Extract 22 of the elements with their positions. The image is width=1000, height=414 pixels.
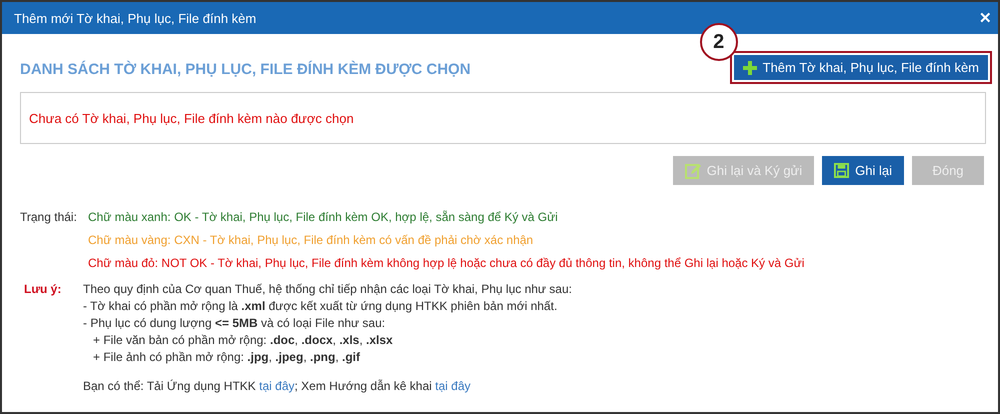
download-link[interactable]: tại đây — [259, 379, 294, 393]
note-text: + File văn bản có phần mở rộng: .doc, .docx, .xls, .xlsx — [92, 333, 394, 347]
note-text: Theo quy định của Cơ quan Thuế, hệ thống chỉ tiếp nhận các loại Tờ khai, Phụ lục như sau: — [83, 282, 572, 296]
empty-message: Chưa có Tờ khai, Phụ lục, File đính kèm nào được chọn — [29, 110, 354, 126]
section-heading: DANH SÁCH TỜ KHAI, PHỤ LỤC, FILE ĐÍNH KÈM ĐƯỢC CHỌN — [20, 61, 471, 78]
status-legend: Chữ màu xanh: OK - Tờ khai, Phụ lục, File đính kèm OK, hợp lệ, sẵn sàng để Ký và Gửi — [88, 210, 804, 224]
note-text: - Tờ khai có phần mở rộng là .xml được kết xuất từ ứng dụng HTKK phiên bản mới nhất. — [83, 299, 558, 313]
close-button[interactable]: ✕ — [979, 9, 992, 27]
plus-icon — [742, 60, 757, 74]
save-icon — [834, 163, 850, 178]
window-title: Thêm mới Tờ khai, Phụ lục, File đính kèm — [14, 10, 256, 26]
add-button[interactable]: Thêm Tờ khai, Phụ lục, File đính kèm — [734, 55, 988, 80]
download-link[interactable]: tại đây — [435, 379, 470, 393]
status-label: Trạng thái: — [20, 210, 78, 226]
status-legend: Chữ màu vàng: CXN - Tờ khai, Phụ lục, File đính kèm có vấn đề phải chờ xác nhận — [88, 233, 804, 247]
note-label: Lưu ý: — [23, 282, 62, 298]
note-text: - Phụ lục có dung lượng <= 5MB và có loại File như sau: — [83, 316, 386, 330]
status-legend: Chữ màu đỏ: NOT OK - Tờ khai, Phụ lục, File đính kèm không hợp lệ hoặc chưa có đầy đủ thông tin, không thể Ghi lại hoặc Ký và Gửi — [88, 256, 804, 270]
help-text: Bạn có thể: Tải Ứng dụng HTKK tại đây; Xem Hướng dẫn kê khai tại đây — [83, 379, 472, 393]
note-text: + File ảnh có phần mở rộng: .jpg, .jpeg, .png, .gif — [92, 350, 361, 364]
edit-icon — [684, 162, 701, 178]
action-button[interactable]: Ghi lại — [822, 156, 904, 185]
